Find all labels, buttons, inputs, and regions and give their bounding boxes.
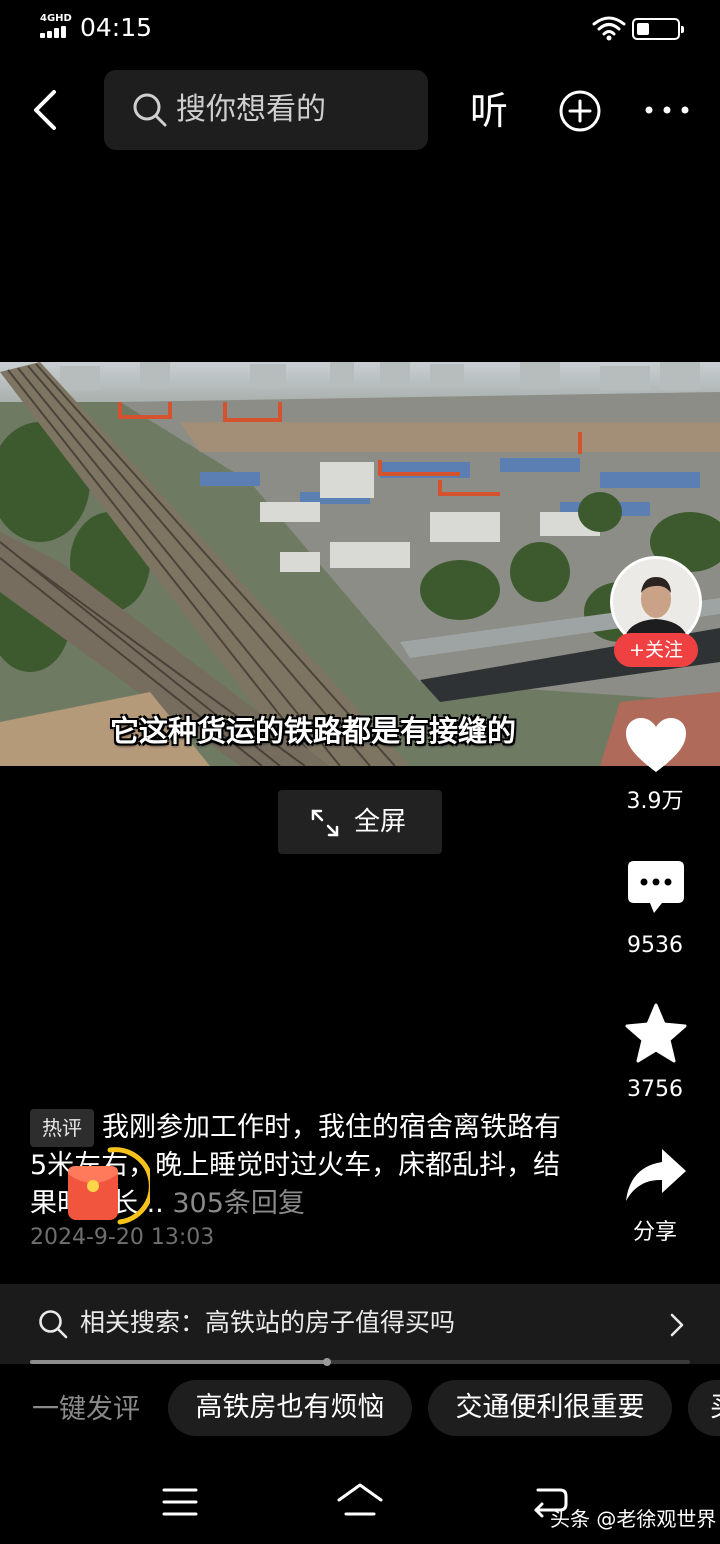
watermark: 头条 @老徐观世界 xyxy=(550,1507,717,1531)
video-frame xyxy=(0,362,720,766)
like-icon[interactable] xyxy=(624,716,688,774)
home-icon[interactable] xyxy=(336,1482,384,1520)
quick-comment-chip[interactable]: 交通便利很重要 xyxy=(428,1380,672,1436)
progress-fill xyxy=(30,1360,327,1364)
search-icon xyxy=(133,93,167,127)
expand-icon xyxy=(311,809,339,837)
listen-button[interactable]: 听 xyxy=(470,88,508,134)
quick-comment-chip[interactable]: 高铁房也有烦恼 xyxy=(168,1380,412,1436)
video-subtitle: 它这种货运的铁路都是有接缝的 xyxy=(109,714,516,748)
share-icon[interactable] xyxy=(624,1147,688,1203)
reply-count[interactable]: 305条回复 xyxy=(172,1188,305,1219)
menu-icon[interactable] xyxy=(162,1486,198,1518)
comment-icon[interactable] xyxy=(626,859,686,915)
fullscreen-button[interactable]: 全屏 xyxy=(278,790,442,854)
share-label[interactable]: 分享 xyxy=(600,1218,710,1248)
related-search-text: 相关搜索：高铁站的房子值得买吗 xyxy=(80,1308,456,1337)
favorite-count: 3756 xyxy=(627,1077,683,1102)
signal-icon xyxy=(40,26,72,38)
related-search-bar[interactable]: 相关搜索：高铁站的房子值得买吗 xyxy=(0,1284,720,1364)
video-player[interactable] xyxy=(0,362,720,766)
like-count: 3.9万 xyxy=(626,789,684,814)
fullscreen-label: 全屏 xyxy=(354,807,407,837)
clock: 04:15 xyxy=(80,13,153,42)
red-packet-icon[interactable] xyxy=(60,1142,150,1232)
star-icon[interactable] xyxy=(624,1002,688,1064)
comment-count: 9536 xyxy=(627,933,683,958)
search-placeholder: 搜你想看的 xyxy=(176,92,326,127)
search-box[interactable]: 搜你想看的 xyxy=(104,70,428,150)
quick-comment-label: 一键发评 xyxy=(32,1394,140,1425)
follow-button[interactable]: +关注 xyxy=(614,633,698,667)
status-bar: 4GHD 04:15 xyxy=(0,0,720,56)
more-icon[interactable] xyxy=(644,100,690,120)
add-icon[interactable] xyxy=(558,89,602,133)
back-icon[interactable] xyxy=(26,88,66,132)
battery-icon xyxy=(632,18,684,40)
wifi-icon xyxy=(592,16,626,41)
network-type: 4GHD xyxy=(40,13,72,24)
progress-knob[interactable] xyxy=(323,1358,331,1366)
video-progress-bar[interactable] xyxy=(30,1358,690,1366)
quick-comment-chip[interactable]: 买 xyxy=(688,1380,720,1436)
search-icon xyxy=(39,1310,68,1339)
chevron-right-icon xyxy=(670,1313,684,1337)
battery-level xyxy=(637,23,649,35)
